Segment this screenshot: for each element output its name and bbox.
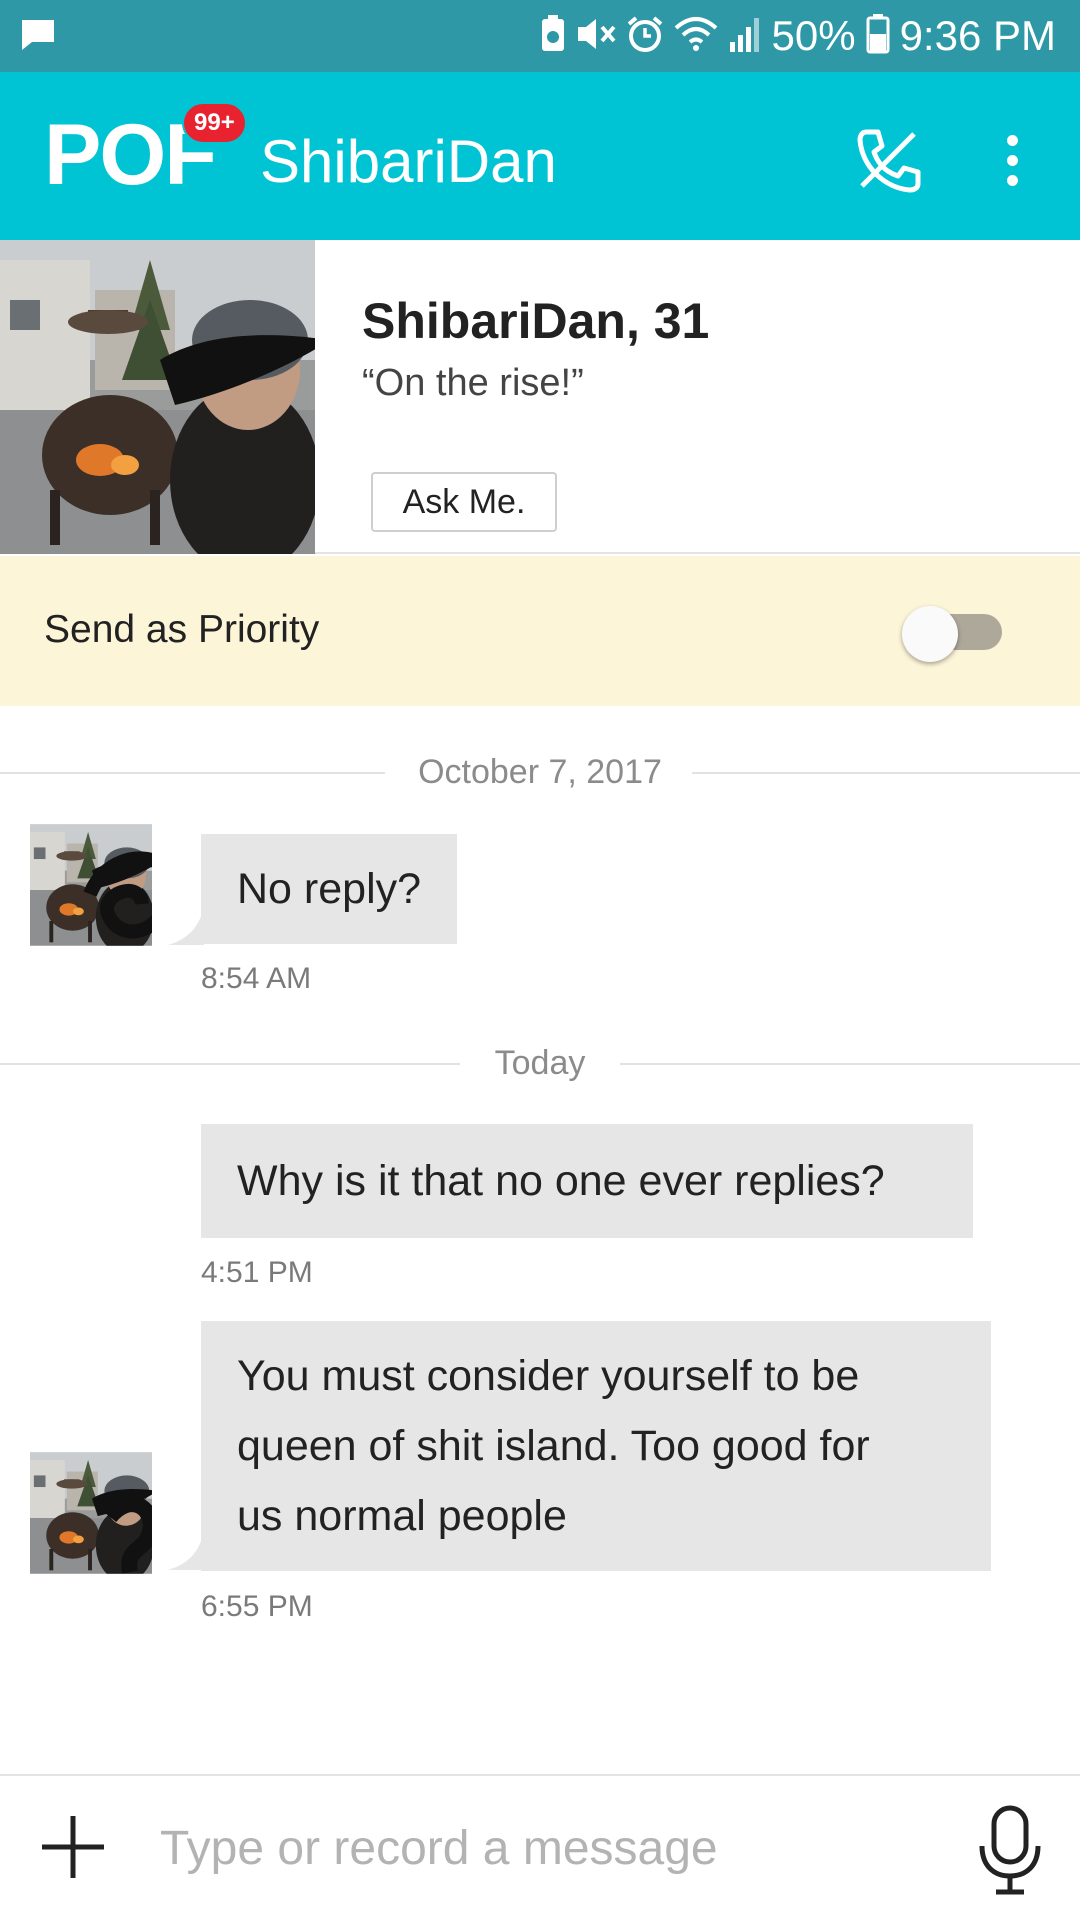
bubble-tail xyxy=(168,905,204,945)
mute-icon xyxy=(576,15,616,58)
attach-button[interactable] xyxy=(40,1814,106,1880)
date-divider: October 7, 2017 xyxy=(0,752,1080,792)
message-composer xyxy=(0,1774,1080,1920)
date-divider: Today xyxy=(0,1043,1080,1083)
chat-notification-icon xyxy=(20,18,56,57)
bubble-tail xyxy=(168,1530,204,1570)
recycle-icon xyxy=(540,14,566,58)
message-time: 6:55 PM xyxy=(201,1590,313,1623)
message-time: 8:54 AM xyxy=(201,962,312,995)
message-bubble[interactable]: Why is it that no one ever replies? xyxy=(201,1124,973,1238)
profile-name-age[interactable]: ShibariDan, 31 xyxy=(362,292,709,350)
call-icon xyxy=(857,129,921,193)
date-label: October 7, 2017 xyxy=(418,753,662,791)
avatar[interactable] xyxy=(30,1452,152,1574)
wifi-icon xyxy=(674,16,718,57)
status-bar: 50% 9:36 PM xyxy=(0,0,1080,72)
message-line: us normal people xyxy=(237,1492,567,1540)
app-bar: POF 99+ ShibariDan xyxy=(0,72,1080,240)
more-vert-icon xyxy=(1006,134,1018,146)
send-as-priority-row: Send as Priority xyxy=(0,556,1080,706)
record-button[interactable] xyxy=(974,1804,1046,1896)
message-bubble[interactable]: No reply? xyxy=(201,834,458,944)
toggle-knob xyxy=(902,606,958,662)
ask-me-button[interactable]: Ask Me. xyxy=(371,472,557,532)
priority-toggle[interactable] xyxy=(902,606,1002,662)
battery-percent: 50% xyxy=(771,12,856,59)
message-line: You must consider yourself to be xyxy=(237,1352,860,1400)
message-time: 4:51 PM xyxy=(201,1256,313,1289)
more-options-button[interactable] xyxy=(992,124,1032,196)
priority-label: Send as Priority xyxy=(44,608,320,651)
alarm-icon xyxy=(626,15,664,58)
battery-icon xyxy=(866,13,890,59)
message-line: queen of shit island. Too good for xyxy=(237,1422,870,1470)
message-input[interactable] xyxy=(160,1806,920,1890)
avatar[interactable] xyxy=(30,824,152,946)
plus-icon xyxy=(42,1816,104,1878)
date-label: Today xyxy=(494,1044,586,1082)
notification-badge: 99+ xyxy=(182,102,247,144)
clock: 9:36 PM xyxy=(899,12,1056,59)
profile-tagline: “On the rise!” xyxy=(362,362,584,404)
message-bubble[interactable]: You must consider yourself to be queen o… xyxy=(201,1321,991,1571)
profile-header: ShibariDan, 31 “On the rise!” Ask Me. xyxy=(0,240,1080,554)
signal-icon xyxy=(728,16,762,57)
conversation-title: ShibariDan xyxy=(260,128,557,195)
call-button[interactable] xyxy=(852,124,924,196)
profile-photo[interactable] xyxy=(0,240,315,554)
microphone-icon xyxy=(979,1805,1041,1895)
